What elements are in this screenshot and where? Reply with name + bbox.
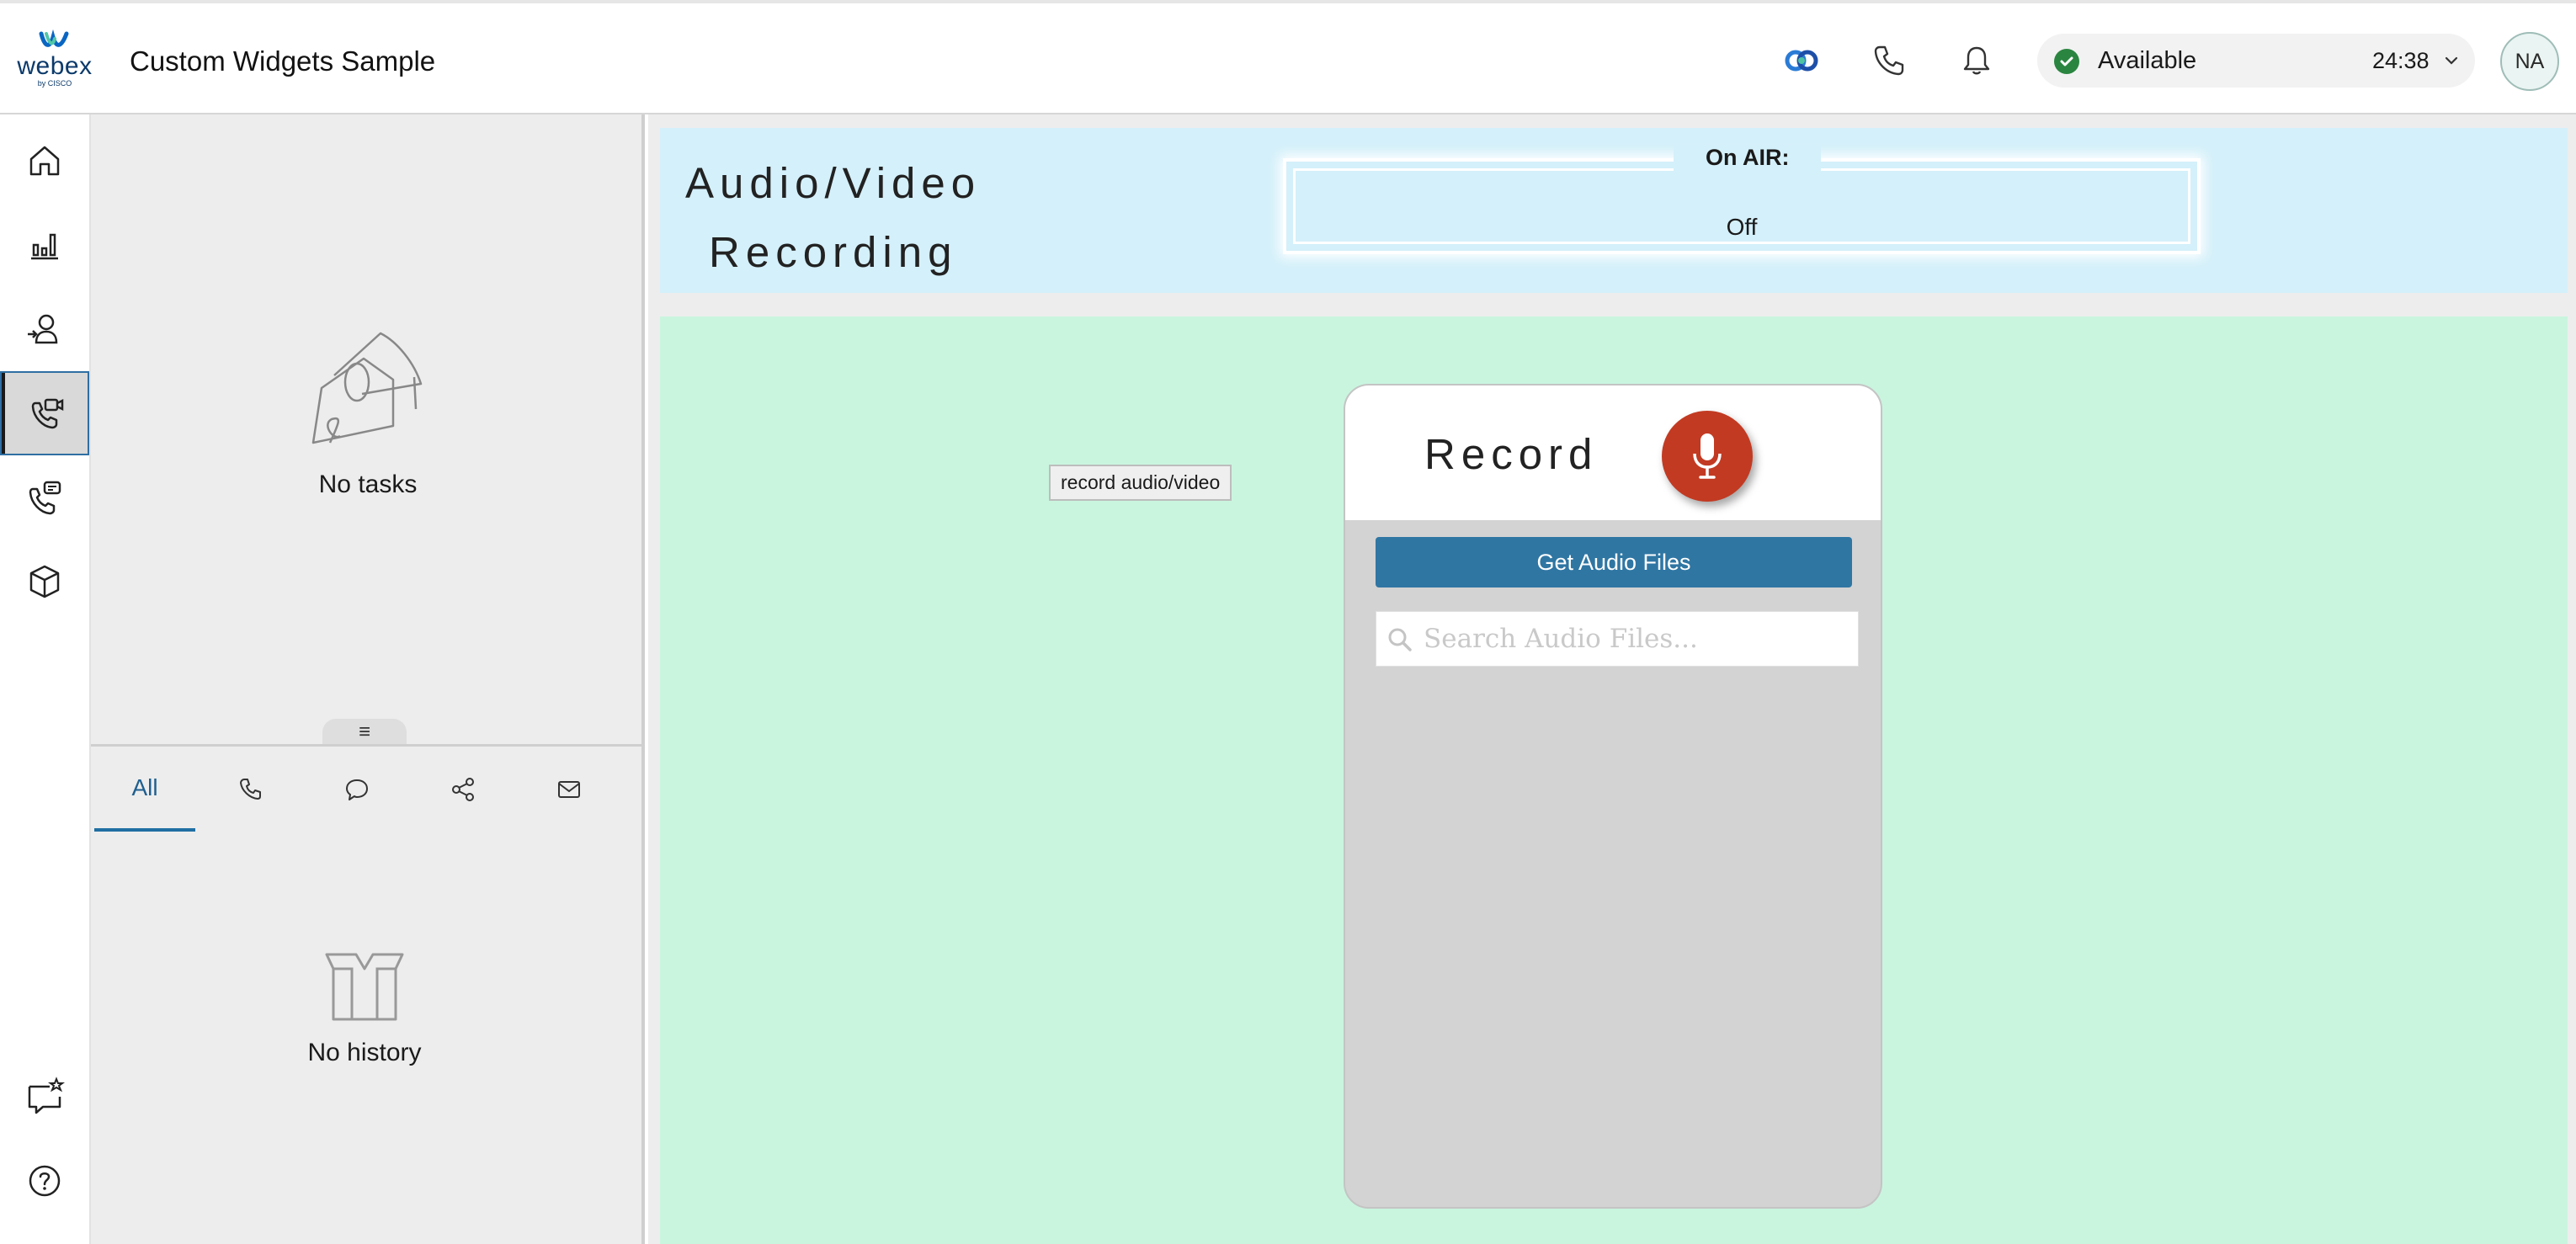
video-call-icon [31,398,64,429]
empty-box-icon [325,953,404,1021]
get-audio-files-button[interactable]: Get Audio Files [1376,537,1852,587]
phone-icon [240,779,261,800]
nav-call-chat[interactable] [0,455,89,540]
nav-home[interactable] [0,119,89,203]
no-tasks-label: No tasks [318,470,418,498]
record-label: Record [1424,430,1599,478]
search-field[interactable] [1376,611,1859,667]
nav-agent[interactable] [0,287,89,371]
tab-phone[interactable] [200,747,301,832]
nav-analytics[interactable] [0,203,89,287]
panel-resize-handle[interactable]: ≡ [322,719,407,746]
nav-rail [0,114,91,1244]
task-panel: No tasks ≡ All No history [91,114,645,1244]
email-icon [558,781,580,798]
chevron-down-icon [2445,56,2458,65]
on-air-panel: On AIR: Off [1283,145,2201,254]
nav-help[interactable] [0,1139,89,1223]
status-timer: 24:38 [2372,48,2430,73]
record-card-header: Record [1345,385,1881,520]
bell-icon[interactable] [1956,40,1997,81]
logo-subtext: by CISCO [37,79,72,88]
tab-all[interactable]: All [94,747,195,832]
status-label: Available [2098,47,2197,74]
tab-social[interactable] [412,747,514,832]
nav-box[interactable] [0,540,89,624]
agent-login-icon [28,314,58,344]
on-air-label: On AIR: [1674,145,1822,171]
webex-logo: webex by CISCO [15,29,94,91]
gramophone-icon [311,332,423,444]
app-title: Custom Widgets Sample [130,45,436,77]
no-history-label: No history [307,1039,422,1066]
on-air-value: Off [1726,214,1758,240]
logo-wordmark: webex [17,52,93,80]
call-chat-icon [29,481,61,515]
tab-chat[interactable] [306,747,407,832]
record-tooltip: record audio/video [1049,465,1232,501]
tab-all-label: All [131,774,158,800]
home-icon [29,146,60,176]
record-button[interactable] [1662,411,1753,502]
top-header: webex by CISCO Custom Widgets Sample Ava… [0,0,2576,114]
history-tabs: All [91,747,645,832]
empty-history: No history [91,948,638,1067]
record-card: Record Get Audio Files [1344,384,1882,1209]
widget-title-line2: Recording [709,228,958,276]
search-audio-input[interactable] [1424,612,1853,666]
search-icon [1388,628,1412,651]
box-icon [29,565,60,598]
chat-icon [346,779,368,800]
recording-area: Record Get Audio Files [660,316,2568,1244]
tab-email[interactable] [519,747,620,832]
help-icon [29,1165,61,1197]
available-check-icon [2054,49,2079,74]
feedback-icon [28,1077,65,1114]
agent-status-dropdown[interactable]: Available 24:38 [2037,34,2475,88]
microphone-icon [1693,433,1722,479]
widget-title-line1: Audio/Video [685,159,982,207]
phone-icon[interactable] [1869,40,1909,81]
webex-app-icon[interactable] [1781,40,1822,81]
empty-tasks: No tasks [91,325,645,499]
webex-logo-icon [39,29,69,47]
analytics-icon [31,233,58,260]
av-recording-header: Audio/Video Recording On AIR: Off [660,128,2568,293]
panel-divider [91,744,645,747]
nav-video-call[interactable] [0,371,89,455]
nav-feedback[interactable] [0,1055,89,1139]
main-content: Audio/Video Recording On AIR: Off Record… [648,114,2576,1244]
social-icon [452,778,474,801]
avatar[interactable]: NA [2500,32,2559,91]
